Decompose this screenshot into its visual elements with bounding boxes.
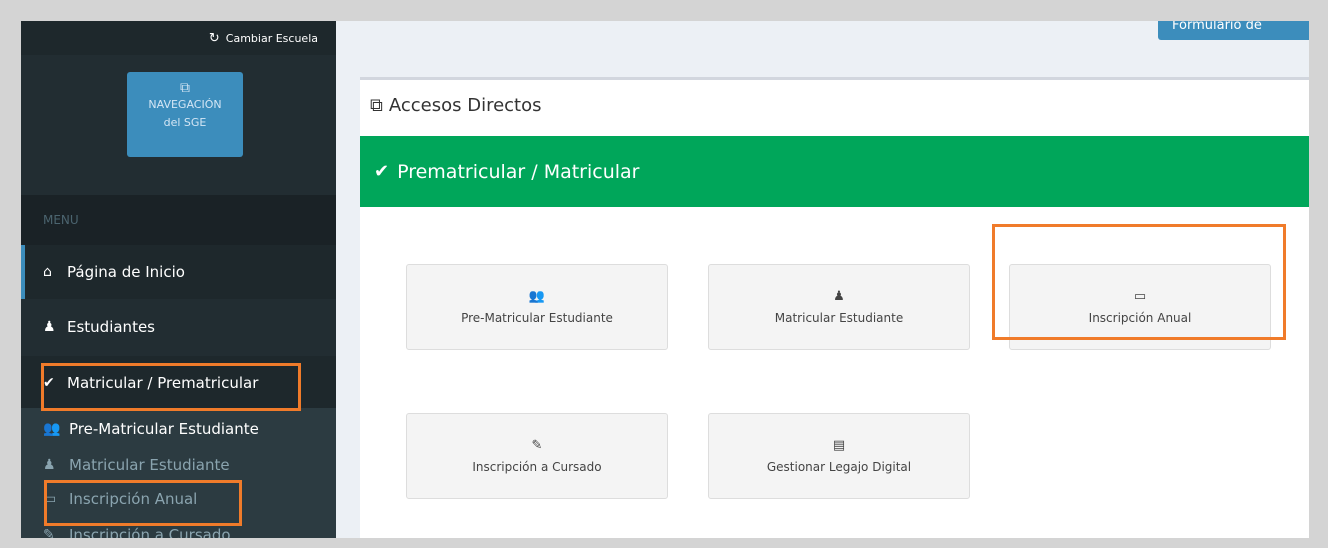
box-header: ⧉ Accesos Directos: [360, 80, 1309, 131]
pencil-icon: ✎: [43, 527, 55, 538]
enrollment-submenu: 👥 Pre-Matricular Estudiante ♟ Matricular…: [21, 408, 336, 538]
refresh-icon: ↻: [208, 30, 220, 46]
sidebar-item-label: Estudiantes: [67, 318, 155, 336]
shortcut-label: Inscripción a Cursado: [472, 460, 602, 474]
submenu-item-label: Inscripción a Cursado: [69, 526, 231, 538]
app-window: ↻ Cambiar Escuela ⧉ NAVEGACIÓN del SGE M…: [21, 21, 1309, 538]
shortcut-course-registration-button[interactable]: ✎ Inscripción a Cursado: [406, 413, 668, 499]
pencil-icon: ✎: [531, 438, 543, 453]
sidebar: ↻ Cambiar Escuela ⧉ NAVEGACIÓN del SGE M…: [21, 21, 336, 538]
home-icon: ⌂: [43, 264, 52, 280]
shortcut-annual-registration-button[interactable]: ▭ Inscripción Anual: [1009, 264, 1271, 350]
shortcut-enroll-button[interactable]: ♟ Matricular Estudiante: [708, 264, 970, 350]
change-school-label: Cambiar Escuela: [225, 31, 318, 45]
sidebar-item-label: Matricular / Prematricular: [67, 374, 259, 392]
shortcut-label: Matricular Estudiante: [774, 311, 904, 325]
user-plus-icon: 👥: [43, 421, 61, 437]
external-link-icon: ⧉: [370, 95, 383, 116]
sge-navigation-line1: NAVEGACIÓN: [148, 98, 222, 111]
calendar-icon: ▭: [1133, 289, 1147, 304]
submenu-item-label: Pre-Matricular Estudiante: [69, 420, 259, 438]
shortcut-digital-file-button[interactable]: ▤ Gestionar Legajo Digital: [708, 413, 970, 499]
submenu-item-pre-enroll[interactable]: 👥 Pre-Matricular Estudiante: [21, 412, 336, 446]
submenu-item-course-registration[interactable]: ✎ Inscripción a Cursado: [21, 518, 336, 538]
id-card-icon: ▤: [832, 438, 846, 453]
sidebar-item-enrollment[interactable]: ✔ Matricular / Prematricular: [21, 356, 336, 410]
shortcut-label: Gestionar Legajo Digital: [766, 460, 912, 474]
external-link-icon: ⧉: [180, 80, 190, 96]
submenu-item-label: Matricular Estudiante: [69, 456, 230, 474]
shortcuts-box: ⧉ Accesos Directos ✔ Prematricular / Mat…: [360, 77, 1309, 538]
submenu-item-label: Inscripción Anual: [69, 490, 198, 508]
sidebar-item-home[interactable]: ⌂ Página de Inicio: [21, 245, 336, 299]
shortcut-label: Pre-Matricular Estudiante: [461, 311, 613, 325]
male-icon: ♟: [43, 319, 56, 335]
sidebar-item-label: Página de Inicio: [67, 263, 185, 281]
change-school-link[interactable]: ↻ Cambiar Escuela: [21, 21, 336, 55]
submenu-item-annual-registration[interactable]: ▭ Inscripción Anual: [21, 482, 336, 516]
banner-title: Prematricular / Matricular: [397, 160, 640, 183]
sge-navigation-line2: del SGE: [163, 116, 207, 129]
shortcut-pre-enroll-button[interactable]: 👥 Pre-Matricular Estudiante: [406, 264, 668, 350]
menu-header: MENU: [21, 195, 336, 245]
male-icon: ♟: [43, 457, 56, 473]
check-icon: ✔: [43, 375, 55, 391]
sge-navigation-button[interactable]: ⧉ NAVEGACIÓN del SGE: [127, 72, 243, 157]
main-content: Formulario de ⧉ Accesos Directos ✔ Prema…: [336, 21, 1309, 538]
check-icon: ✔: [374, 161, 390, 182]
male-icon: ♟: [833, 289, 845, 304]
enrollment-banner: ✔ Prematricular / Matricular: [360, 136, 1309, 207]
user-plus-icon: 👥: [528, 289, 546, 304]
shortcut-label: Inscripción Anual: [1088, 311, 1192, 325]
calendar-icon: ▭: [43, 491, 57, 507]
submenu-item-enroll[interactable]: ♟ Matricular Estudiante: [21, 448, 336, 482]
box-title: Accesos Directos: [388, 95, 542, 116]
form-button[interactable]: Formulario de: [1158, 21, 1309, 40]
form-button-label: Formulario de: [1172, 21, 1262, 33]
sidebar-item-students[interactable]: ♟ Estudiantes: [21, 300, 336, 354]
